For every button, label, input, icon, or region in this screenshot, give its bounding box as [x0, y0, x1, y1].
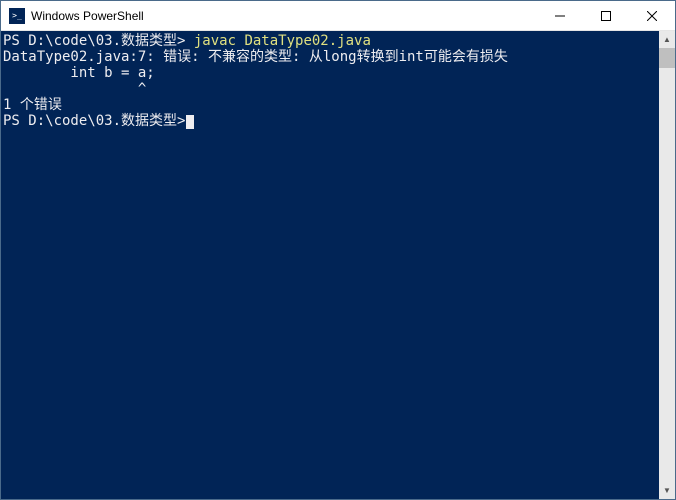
close-button[interactable]	[629, 1, 675, 30]
scroll-track[interactable]	[659, 48, 675, 482]
terminal-output[interactable]: PS D:\code\03.数据类型> javac DataType02.jav…	[1, 31, 659, 499]
scrollbar[interactable]: ▲ ▼	[659, 31, 675, 499]
scroll-up-button[interactable]: ▲	[659, 31, 675, 48]
titlebar[interactable]: Windows PowerShell	[1, 1, 675, 31]
scroll-down-button[interactable]: ▼	[659, 482, 675, 499]
scroll-thumb[interactable]	[659, 48, 675, 68]
powershell-icon	[9, 8, 25, 24]
window-title: Windows PowerShell	[31, 9, 537, 23]
minimize-button[interactable]	[537, 1, 583, 30]
window-controls	[537, 1, 675, 30]
terminal-area: PS D:\code\03.数据类型> javac DataType02.jav…	[1, 31, 675, 499]
maximize-button[interactable]	[583, 1, 629, 30]
